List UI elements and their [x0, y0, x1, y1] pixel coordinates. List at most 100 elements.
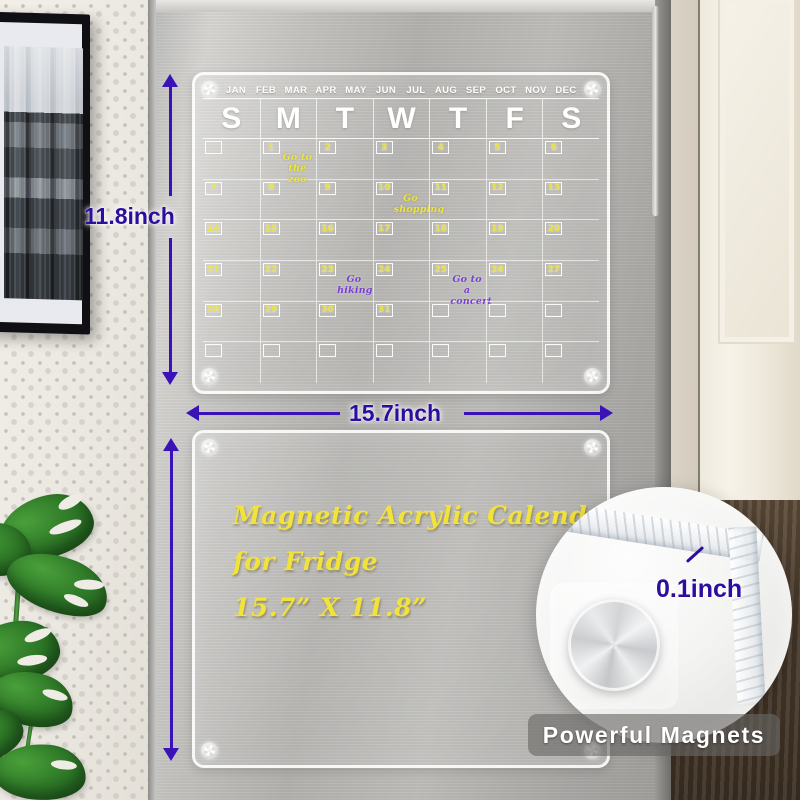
- calendar-cell[interactable]: [259, 342, 317, 383]
- calendar-cell[interactable]: 21: [203, 261, 260, 302]
- day-number: 27: [547, 264, 561, 275]
- day-number-box: 15: [262, 222, 280, 236]
- calendar-cell[interactable]: [429, 342, 486, 383]
- calendar-cell[interactable]: 1 Go to the zoo: [259, 139, 317, 185]
- month-label-jan[interactable]: JAN: [221, 85, 251, 96]
- calendar-cell[interactable]: 28: [203, 302, 260, 343]
- month-label-jun[interactable]: JUN: [371, 85, 401, 96]
- calendar-cell[interactable]: 8: [259, 179, 317, 221]
- day-number-box: [319, 344, 337, 358]
- day-number-box: 31: [375, 303, 393, 317]
- day-number-box: 13: [545, 181, 563, 195]
- note-board-arrowhead-down-icon: [163, 748, 179, 761]
- day-number-box: [205, 141, 222, 154]
- calendar-cell[interactable]: 17: [372, 220, 430, 261]
- day-number-box: 30: [319, 303, 337, 317]
- height-dimension-label: 11.8inch: [84, 203, 175, 230]
- calendar-cell[interactable]: 29: [259, 301, 317, 343]
- month-label-feb[interactable]: FEB: [251, 85, 281, 96]
- product-title-line-2: for Fridge: [233, 547, 379, 576]
- day-number: 19: [491, 223, 504, 234]
- calendar-cell[interactable]: [542, 342, 599, 383]
- width-arrowhead-left-icon: [186, 405, 199, 421]
- thickness-dimension-label: 0.1inch: [656, 575, 743, 604]
- month-label-may[interactable]: MAY: [341, 85, 371, 96]
- calendar-cell[interactable]: 3: [372, 139, 430, 180]
- calendar-cell[interactable]: 19: [485, 220, 543, 261]
- wall-picture-frame: [0, 11, 90, 335]
- calendar-cell[interactable]: 27: [542, 261, 599, 302]
- cabinet-door: [718, 0, 796, 344]
- calendar-cell[interactable]: 9: [316, 179, 373, 221]
- month-label-sep[interactable]: SEP: [461, 85, 491, 96]
- product-scene: JAN FEB MAR APR MAY JUN JUL AUG SEP OCT NOV DEC SMT…: [0, 0, 800, 800]
- calendar-cell[interactable]: 5: [485, 139, 543, 180]
- day-number: 17: [377, 223, 391, 234]
- month-label-aug[interactable]: AUG: [431, 85, 461, 96]
- calendar-cell[interactable]: 16: [316, 220, 373, 261]
- calendar-note-line: Go to: [452, 274, 482, 285]
- calendar-cell[interactable]: 10 Go shopping: [372, 179, 445, 221]
- day-number: 9: [324, 183, 331, 194]
- day-number: 20: [547, 223, 561, 234]
- day-number: 23: [321, 264, 334, 275]
- calendar-cell[interactable]: [203, 139, 260, 180]
- calendar-cell[interactable]: [203, 342, 260, 383]
- calendar-cell[interactable]: 2: [316, 139, 373, 180]
- calendar-cell[interactable]: 13: [542, 179, 599, 221]
- day-number-box: [545, 303, 563, 317]
- day-number-box: 6: [545, 141, 563, 154]
- day-number-box: 17: [375, 222, 393, 236]
- calendar-cell[interactable]: [316, 342, 373, 383]
- day-number-box: 27: [545, 263, 563, 276]
- day-number-box: 23: [319, 263, 337, 276]
- calendar-cell[interactable]: 14: [203, 220, 260, 261]
- month-label-jul[interactable]: JUL: [401, 85, 431, 96]
- calendar-cell[interactable]: 7: [203, 180, 260, 221]
- magnet-disc-closeup: [568, 599, 660, 691]
- day-number-box: 2: [319, 141, 337, 154]
- calendar-cell[interactable]: 6: [542, 139, 599, 180]
- day-number-box: 5: [488, 141, 506, 154]
- calendar-cell[interactable]: [485, 342, 543, 383]
- height-arrowhead-down-icon: [162, 372, 178, 385]
- day-number: 7: [210, 183, 217, 194]
- day-number-box: 12: [488, 181, 506, 195]
- calendar-cell[interactable]: [429, 301, 486, 343]
- calendar-cell[interactable]: [485, 301, 543, 343]
- day-header-5: F: [485, 99, 543, 138]
- calendar-note-line: Go: [346, 274, 362, 285]
- month-label-mar[interactable]: MAR: [281, 85, 311, 96]
- calendar-cell[interactable]: 30: [316, 301, 373, 343]
- calendar-cell[interactable]: 20: [542, 220, 599, 261]
- fridge-handle: [652, 6, 659, 216]
- calendar-cell[interactable]: [542, 301, 599, 343]
- month-label-dec[interactable]: DEC: [551, 85, 581, 96]
- day-number-box: [205, 344, 222, 358]
- calendar-cell[interactable]: 23 Go hiking: [316, 261, 373, 302]
- calendar-cell[interactable]: 15: [259, 220, 317, 261]
- day-number: 3: [381, 142, 388, 153]
- day-number: 26: [491, 264, 504, 275]
- calendar-cell[interactable]: 11: [429, 179, 486, 221]
- day-number-box: 7: [205, 181, 222, 195]
- calendar-cell[interactable]: 26: [485, 261, 543, 302]
- calendar-note-line: shopping: [393, 203, 445, 215]
- month-label-nov[interactable]: NOV: [521, 85, 551, 96]
- note-board-arrowhead-up-icon: [163, 438, 179, 451]
- calendar-grid[interactable]: 1 Go to the zoo 2 3 4 5 6 7 8 9 10 Go shopping 11 12 13 1…: [203, 138, 599, 383]
- calendar-cell[interactable]: 31: [372, 301, 430, 343]
- calendar-cell[interactable]: [372, 342, 430, 383]
- calendar-cell[interactable]: 22: [259, 261, 317, 302]
- height-arrowhead-up-icon: [162, 74, 178, 87]
- month-label-apr[interactable]: APR: [311, 85, 341, 96]
- calendar-cell[interactable]: 18: [429, 220, 486, 261]
- calendar-cell[interactable]: 12: [485, 179, 543, 221]
- day-number-box: 8: [262, 181, 280, 195]
- calendar-cell[interactable]: 4: [429, 139, 486, 180]
- calendar-cell[interactable]: 25 Go to a concert: [429, 261, 492, 307]
- calendar-cell[interactable]: 24: [372, 261, 430, 302]
- month-selector-row[interactable]: JAN FEB MAR APR MAY JUN JUL AUG SEP OCT NOV DEC: [203, 85, 599, 98]
- day-number: 22: [264, 264, 278, 275]
- month-label-oct[interactable]: OCT: [491, 85, 521, 96]
